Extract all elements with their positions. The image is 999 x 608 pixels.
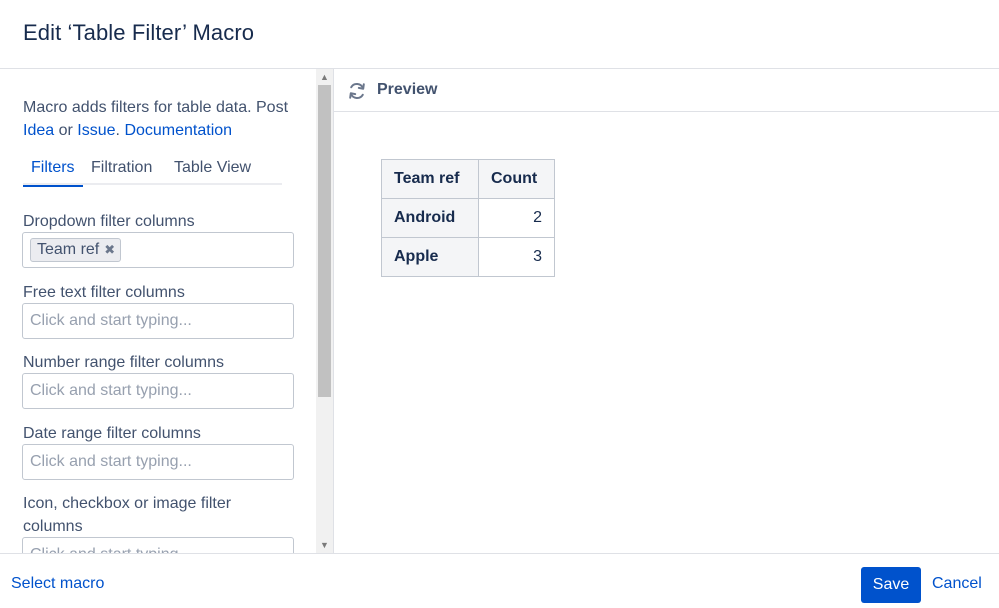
free-text-filter-label: Free text filter columns <box>23 284 185 301</box>
idea-link[interactable]: Idea <box>23 122 54 139</box>
documentation-link[interactable]: Documentation <box>124 122 232 139</box>
date-range-filter-field[interactable] <box>22 444 294 480</box>
count-cell: 3 <box>478 237 555 277</box>
column-header-team-ref[interactable]: Team ref <box>381 159 479 199</box>
scroll-thumb[interactable] <box>318 85 331 397</box>
chip-label: Team ref <box>37 241 100 258</box>
description-or: or <box>58 122 73 139</box>
number-range-filter-label: Number range filter columns <box>23 354 224 371</box>
table-row: Android 2 <box>381 198 555 238</box>
scroll-up-arrow-icon[interactable]: ▲ <box>316 69 333 85</box>
number-range-filter-field[interactable] <box>22 373 294 409</box>
macro-settings-panel: Macro adds filters for table data. Post … <box>0 69 316 553</box>
date-range-filter-label: Date range filter columns <box>23 425 201 442</box>
refresh-icon[interactable] <box>347 81 367 101</box>
chip-remove-icon[interactable]: ✖ <box>104 239 115 261</box>
preview-panel: Preview Team ref Count Android 2 Apple 3 <box>333 69 999 553</box>
count-cell: 2 <box>478 198 555 238</box>
tab-filters[interactable]: Filters <box>23 159 83 187</box>
dialog-footer: Select macro Save Cancel <box>0 553 999 608</box>
save-button[interactable]: Save <box>861 567 921 603</box>
preview-table: Team ref Count Android 2 Apple 3 <box>381 159 555 277</box>
icon-checkbox-filter-field[interactable] <box>22 537 294 553</box>
issue-link[interactable]: Issue <box>77 122 115 139</box>
settings-tabs: Filters Filtration Table View <box>23 158 282 187</box>
tab-filtration[interactable]: Filtration <box>91 159 152 177</box>
column-header-count[interactable]: Count <box>478 159 555 199</box>
dialog-title: Edit ‘Table Filter’ Macro <box>23 20 255 45</box>
row-header-cell: Apple <box>381 237 479 277</box>
dialog-header: Edit ‘Table Filter’ Macro <box>0 0 999 69</box>
team-ref-chip: Team ref ✖ <box>30 238 122 262</box>
tab-table-view[interactable]: Table View <box>174 159 251 177</box>
row-header-cell: Android <box>381 198 479 238</box>
cancel-button[interactable]: Cancel <box>932 575 982 593</box>
dropdown-filter-field[interactable]: Team ref ✖ <box>22 232 294 268</box>
icon-checkbox-filter-input[interactable] <box>23 538 293 553</box>
date-range-filter-input[interactable] <box>23 445 293 479</box>
preview-header: Preview <box>334 69 999 112</box>
preview-title: Preview <box>377 81 438 98</box>
scroll-down-arrow-icon[interactable]: ▼ <box>316 537 333 553</box>
settings-scrollbar[interactable]: ▲ ▼ <box>316 69 333 553</box>
select-macro-link[interactable]: Select macro <box>11 575 104 593</box>
table-header-row: Team ref Count <box>381 159 555 199</box>
icon-checkbox-filter-label: Icon, checkbox or image filter columns <box>23 495 232 535</box>
free-text-filter-field[interactable] <box>22 303 294 339</box>
number-range-filter-input[interactable] <box>23 374 293 408</box>
dropdown-filter-label: Dropdown filter columns <box>23 213 195 230</box>
free-text-filter-input[interactable] <box>23 304 293 338</box>
table-row: Apple 3 <box>381 237 555 277</box>
macro-description: Macro adds filters for table data. Post … <box>23 96 303 142</box>
description-text: Macro adds filters for table data. Post <box>23 99 289 116</box>
description-period: . <box>115 122 120 139</box>
